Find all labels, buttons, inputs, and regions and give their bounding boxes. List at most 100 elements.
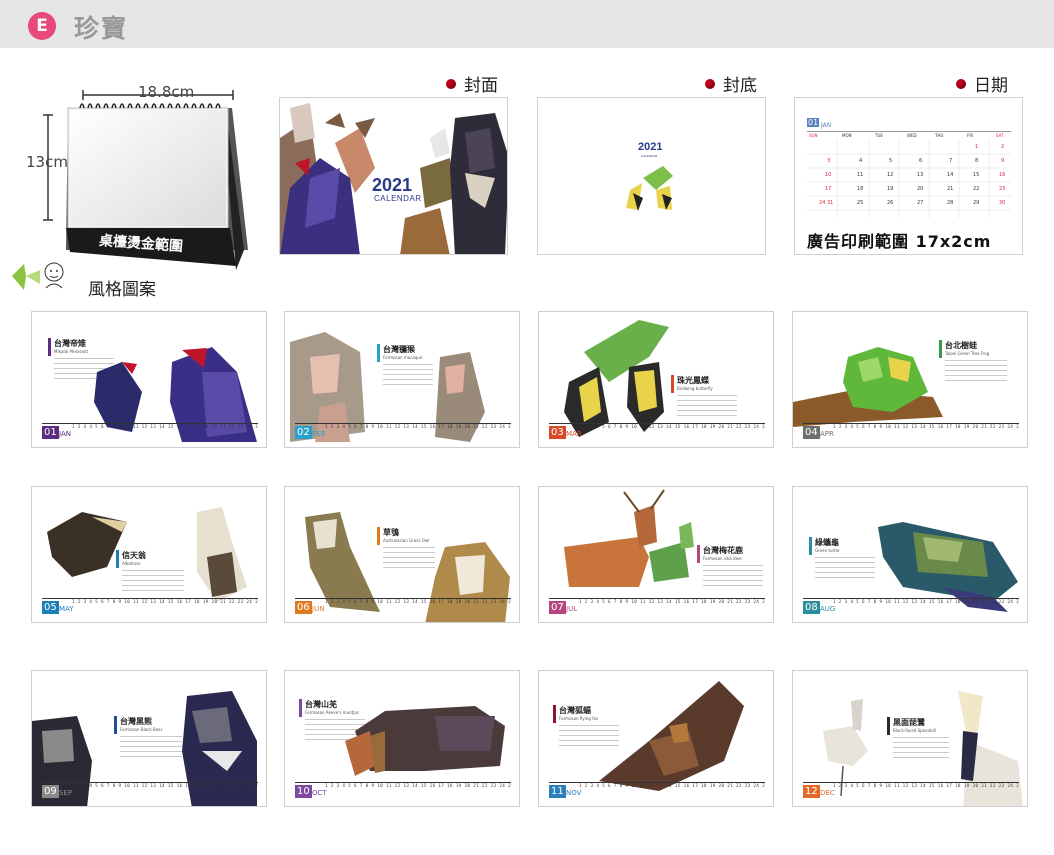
month-number: 09 [42, 785, 59, 798]
month-card-dec: 黑面琵鷺 Black-faced Spoonbill 12 DEC 1 2 3 … [792, 670, 1028, 807]
back-year: 2021 [638, 141, 663, 153]
red-dot-icon [446, 79, 456, 89]
date-month-name: JAN [821, 122, 832, 129]
month-abbr: SEP [59, 789, 73, 797]
svg-text:24 31: 24 31 [819, 200, 833, 206]
month-number: 07 [549, 601, 566, 614]
svg-text:27: 27 [917, 200, 923, 206]
month-number: 05 [42, 601, 59, 614]
svg-text:23: 23 [999, 186, 1005, 192]
svg-text:6: 6 [919, 158, 922, 164]
day-strip: 1 2 3 4 5 6 7 8 9 10 11 12 13 14 15 16 1… [325, 424, 511, 429]
day-strip: 1 2 3 4 5 6 7 8 9 10 11 12 13 14 15 16 1… [72, 783, 258, 788]
svg-text:25: 25 [857, 200, 863, 206]
svg-text:10: 10 [825, 172, 831, 178]
red-dot-icon [705, 79, 715, 89]
month-card-mar: 珠光鳳蝶 Birdwing butterfly 03 MAR 1 2 3 4 5… [538, 311, 774, 448]
width-dimension: 18.8cm [138, 83, 195, 101]
weekday-mon: MON [842, 133, 852, 138]
svg-text:1: 1 [975, 144, 978, 150]
svg-text:29: 29 [973, 200, 979, 206]
weekday-fri: FRI [967, 133, 974, 138]
svg-text:13: 13 [917, 172, 923, 178]
back-subtitle: CALENDAR [641, 154, 658, 158]
month-number: 03 [549, 426, 566, 439]
svg-text:11: 11 [857, 172, 863, 178]
svg-text:22: 22 [973, 186, 979, 192]
svg-text:3: 3 [827, 158, 830, 164]
cover-panel: 2021 CALENDAR [279, 97, 508, 255]
svg-text:26: 26 [887, 200, 893, 206]
back-label: 封底 [705, 71, 757, 96]
day-strip: 1 2 3 4 5 6 7 8 9 10 11 12 13 14 15 16 1… [325, 599, 511, 604]
weekday-sat: SAT [996, 133, 1004, 138]
dates-label-text: 日期 [974, 76, 1008, 96]
svg-text:2: 2 [1001, 144, 1004, 150]
month-number: 04 [803, 426, 820, 439]
day-strip: 1 2 3 4 5 6 7 8 9 10 11 12 13 14 15 16 1… [579, 599, 765, 604]
month-abbr: JUN [312, 605, 325, 613]
svg-text:12: 12 [887, 172, 893, 178]
style-section-label: 風格圖案 [88, 280, 156, 300]
month-card-aug: 綠蠵龜 Green turtle 08 AUG 1 2 3 4 5 6 7 8 … [792, 486, 1028, 623]
month-card-jun: 草鴞 Australasian Grass Owl 06 JUN 1 2 3 4… [284, 486, 520, 623]
month-number: 01 [42, 426, 59, 439]
month-card-apr: 台北樹蛙 Taipei Green Tree Frog 04 APR 1 2 3… [792, 311, 1028, 448]
day-strip: 1 2 3 4 5 6 7 8 9 10 11 12 13 14 15 16 1… [325, 783, 511, 788]
svg-text:5: 5 [889, 158, 892, 164]
month-card-oct: 台灣山羌 Formosan Reeve's muntjac 10 OCT 1 2… [284, 670, 520, 807]
svg-text:19: 19 [887, 186, 893, 192]
svg-text:28: 28 [947, 200, 953, 206]
month-number: 12 [803, 785, 820, 798]
svg-text:16: 16 [999, 172, 1005, 178]
svg-text:15: 15 [973, 172, 979, 178]
svg-text:20: 20 [917, 186, 923, 192]
svg-text:21: 21 [947, 186, 953, 192]
month-number: 11 [549, 785, 566, 798]
red-dot-icon [956, 79, 966, 89]
svg-text:14: 14 [947, 172, 953, 178]
day-strip: 1 2 3 4 5 6 7 8 9 10 11 12 13 14 15 16 1… [72, 424, 258, 429]
page-title: 珍寶 [74, 14, 129, 43]
month-card-may: 信天翁 Albatross 05 MAY 1 2 3 4 5 6 7 8 9 1… [31, 486, 267, 623]
header-bar: E 珍寶 [0, 0, 1054, 48]
back-label-text: 封底 [723, 76, 757, 96]
back-panel: 2021 CALENDAR [537, 97, 766, 255]
month-card-jul: 台灣梅花鹿 Formosan sika deer 07 JUL 1 2 3 4 … [538, 486, 774, 623]
month-number: 06 [295, 601, 312, 614]
month-card-jan: 台灣帝雉 Mikado Pheasant 01 JAN 1 2 3 4 5 6 … [31, 311, 267, 448]
weekday-wed: WED [907, 133, 917, 138]
month-number: 08 [803, 601, 820, 614]
svg-text:7: 7 [949, 158, 952, 164]
svg-text:17: 17 [825, 186, 831, 192]
cover-label-text: 封面 [464, 76, 498, 96]
date-header-line [807, 131, 1011, 132]
cover-subtitle: CALENDAR [374, 194, 422, 203]
month-card-nov: 台灣狐蝠 Formosan flying fox 11 NOV 1 2 3 4 … [538, 670, 774, 807]
weekday-tue: TUE [875, 133, 883, 138]
dates-label: 日期 [956, 71, 1008, 96]
svg-text:30: 30 [999, 200, 1005, 206]
svg-text:4: 4 [859, 158, 862, 164]
day-strip: 1 2 3 4 5 6 7 8 9 10 11 12 13 14 15 16 1… [579, 424, 765, 429]
month-abbr: FEB [312, 430, 326, 438]
weekday-sun: SUN [809, 133, 818, 138]
month-abbr: JAN [59, 430, 71, 438]
weekday-thu: THU [935, 133, 944, 138]
month-card-feb: 台灣獼猴 Formosan macaque 02 FEB 1 2 3 4 5 6… [284, 311, 520, 448]
date-month-num: 01 [807, 118, 820, 127]
day-strip: 1 2 3 4 5 6 7 8 9 10 11 12 13 14 15 16 1… [579, 783, 765, 788]
ad-print-area-label: 廣告印刷範圍 17x2cm [807, 232, 992, 251]
month-abbr: APR [820, 430, 834, 438]
cover-label: 封面 [446, 71, 498, 96]
day-strip: 1 2 3 4 5 6 7 8 9 10 11 12 13 14 15 16 1… [833, 424, 1019, 429]
month-number: 10 [295, 785, 312, 798]
day-strip: 1 2 3 4 5 6 7 8 9 10 11 12 13 14 15 16 1… [833, 783, 1019, 788]
cover-year: 2021 [372, 175, 413, 195]
style-section-icon [12, 262, 64, 290]
section-badge: E [28, 12, 56, 40]
day-strip: 1 2 3 4 5 6 7 8 9 10 11 12 13 14 15 16 1… [72, 599, 258, 604]
svg-text:8: 8 [975, 158, 978, 164]
back-butterfly-artwork [626, 166, 673, 211]
month-abbr: JUL [566, 605, 578, 613]
